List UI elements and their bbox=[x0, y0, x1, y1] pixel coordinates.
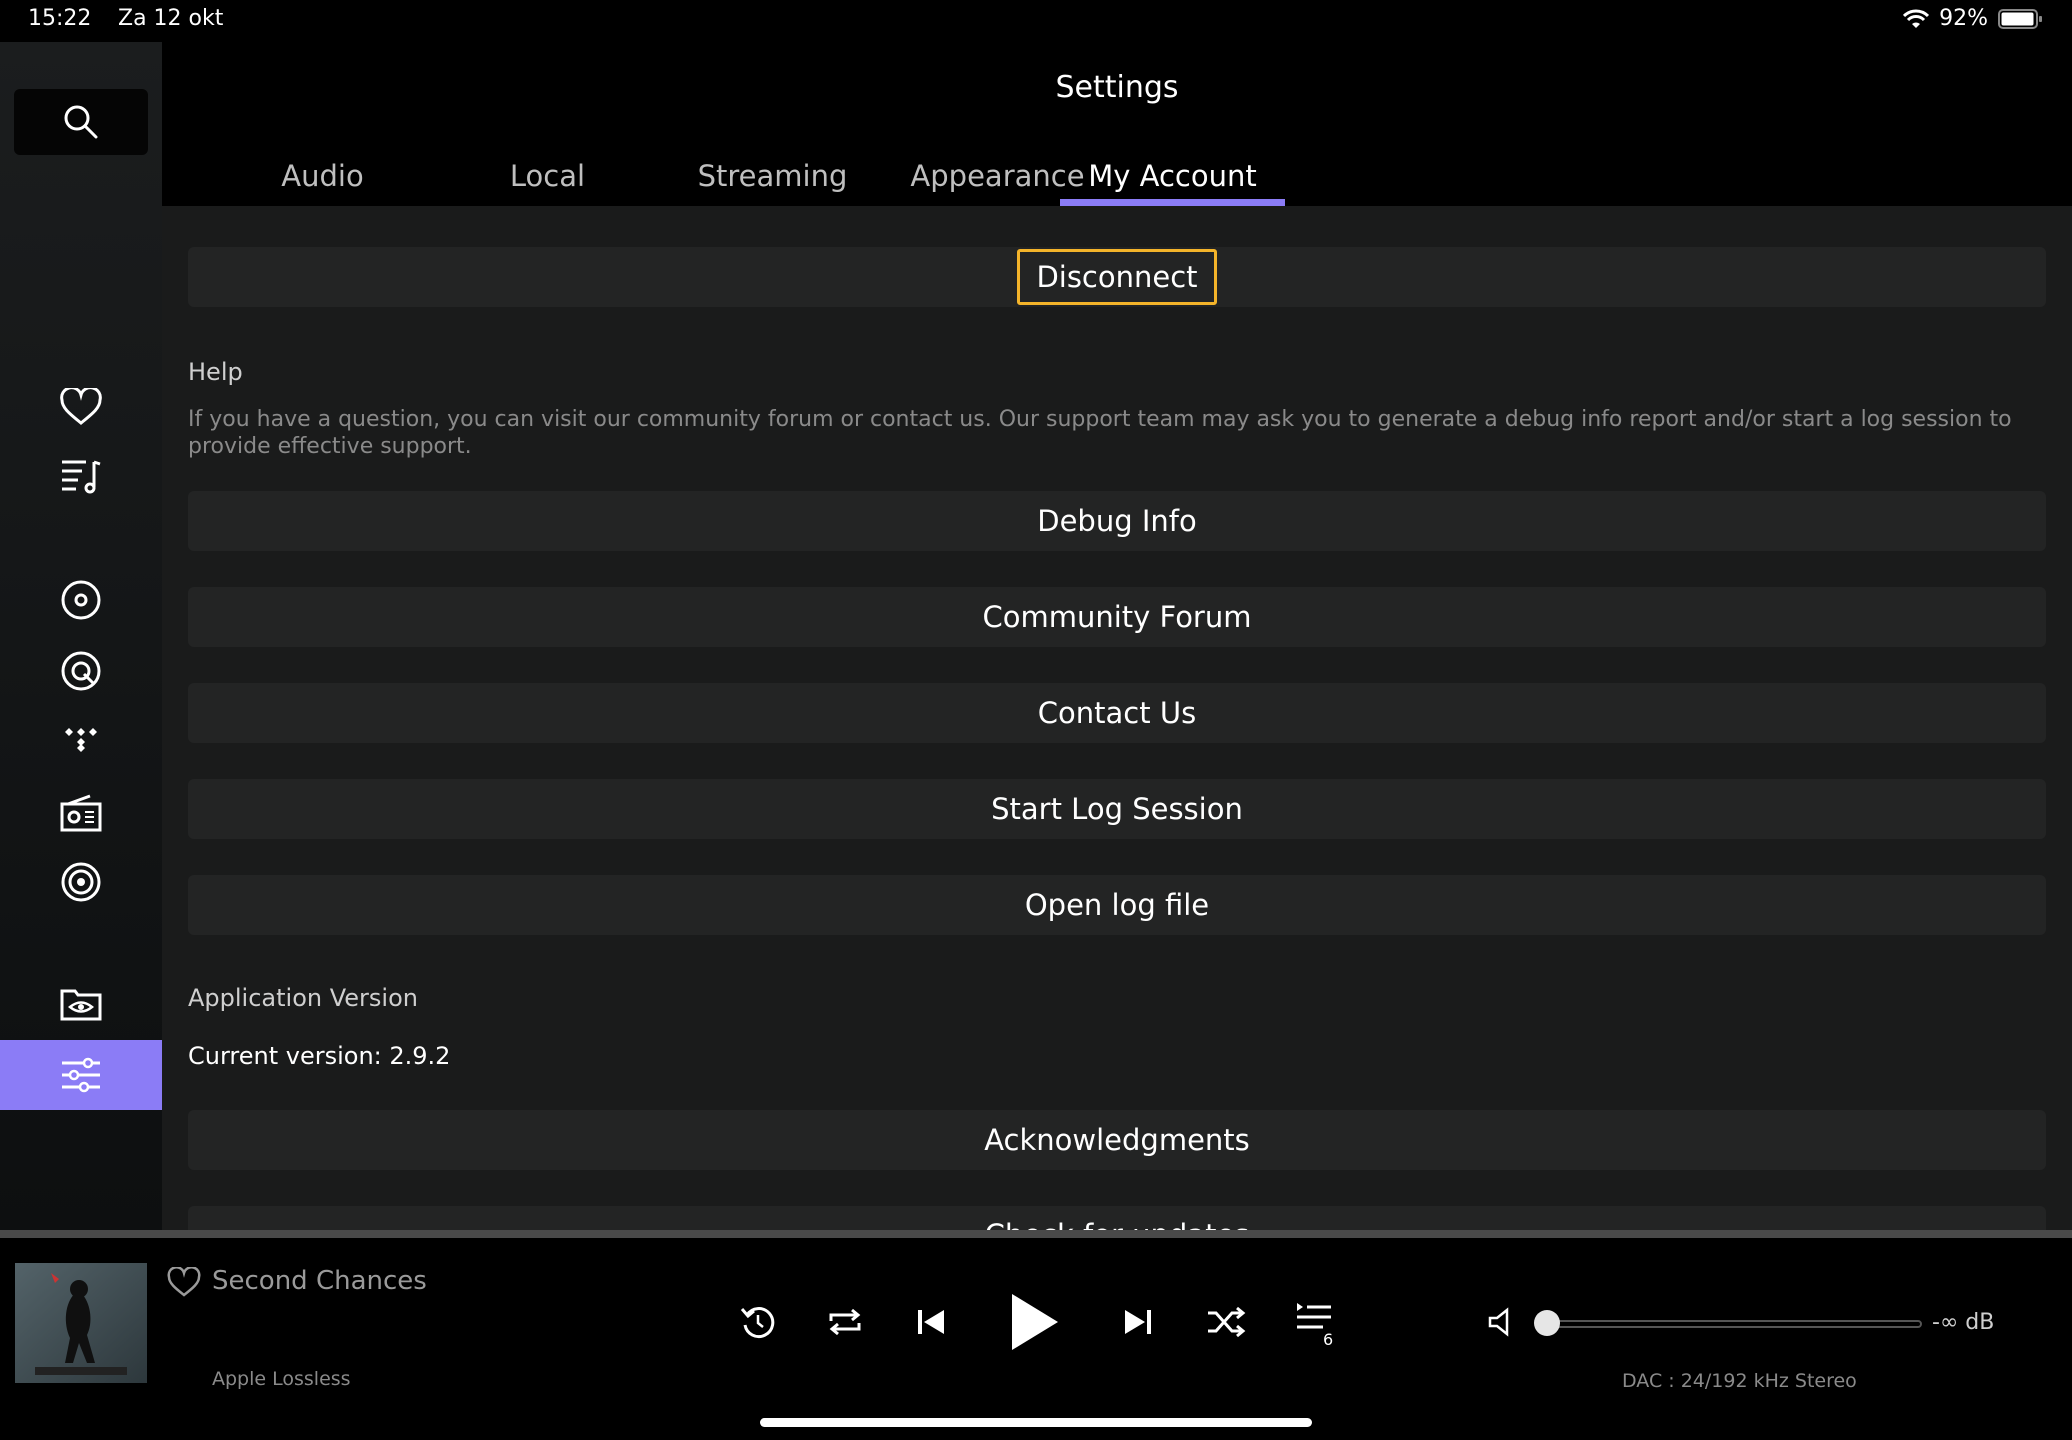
status-bar: 15:22 Za 12 okt 92% bbox=[0, 0, 2072, 42]
sidebar-item-radio[interactable] bbox=[0, 780, 162, 846]
favorite-heart-icon[interactable] bbox=[164, 1264, 204, 1300]
player-progress-bar[interactable] bbox=[0, 1230, 2072, 1238]
replay-icon[interactable] bbox=[736, 1300, 780, 1344]
contact-us-button[interactable]: Contact Us bbox=[188, 683, 2046, 743]
playlist-icon bbox=[62, 460, 101, 494]
previous-track-icon[interactable] bbox=[909, 1300, 953, 1344]
community-forum-button[interactable]: Community Forum bbox=[188, 587, 2046, 647]
sidebar-item-watched-folders[interactable] bbox=[0, 971, 162, 1037]
sidebar-item-qobuz[interactable] bbox=[0, 638, 162, 704]
sidebar-search-button[interactable] bbox=[14, 89, 148, 155]
status-time: 15:22 bbox=[28, 6, 92, 31]
open-log-file-button[interactable]: Open log file bbox=[188, 875, 2046, 935]
sidebar-item-albums[interactable] bbox=[0, 567, 162, 633]
volume-knob[interactable] bbox=[1534, 1310, 1560, 1336]
sidebar-item-favorites[interactable] bbox=[0, 374, 162, 440]
tab-audio[interactable]: Audio bbox=[210, 146, 435, 206]
acknowledgments-button[interactable]: Acknowledgments bbox=[188, 1110, 2046, 1170]
tab-local[interactable]: Local bbox=[435, 146, 660, 206]
status-date: Za 12 okt bbox=[118, 6, 224, 31]
album-art[interactable] bbox=[15, 1263, 147, 1383]
volume-slider[interactable] bbox=[1546, 1320, 1922, 1328]
page-title: Settings bbox=[1055, 70, 1179, 105]
app-version-section-title: Application Version bbox=[188, 984, 418, 1012]
cast-target-icon bbox=[61, 862, 101, 902]
tidal-icon bbox=[65, 728, 97, 752]
home-indicator[interactable] bbox=[760, 1418, 1312, 1427]
settings-tabs: Audio Local Streaming Appearance My Acco… bbox=[162, 146, 2072, 206]
help-section-title: Help bbox=[188, 358, 243, 386]
check-updates-button[interactable]: Check for updates bbox=[188, 1206, 2046, 1230]
next-track-icon[interactable] bbox=[1116, 1300, 1160, 1344]
search-icon bbox=[64, 105, 98, 139]
battery-percent: 92% bbox=[1939, 6, 1988, 31]
battery-icon bbox=[1998, 8, 2044, 30]
start-log-session-button[interactable]: Start Log Session bbox=[188, 779, 2046, 839]
help-description: If you have a question, you can visit ou… bbox=[188, 407, 2012, 459]
debug-info-button[interactable]: Debug Info bbox=[188, 491, 2046, 551]
tab-my-account[interactable]: My Account bbox=[1060, 146, 1285, 206]
sliders-icon bbox=[62, 1057, 100, 1093]
tab-streaming[interactable]: Streaming bbox=[660, 146, 885, 206]
queue-count: 6 bbox=[1323, 1330, 1334, 1349]
sidebar-item-playlists[interactable] bbox=[0, 443, 162, 509]
track-title: Second Chances bbox=[212, 1266, 427, 1296]
disconnect-row: Disconnect bbox=[188, 247, 2046, 307]
play-icon[interactable] bbox=[1000, 1288, 1068, 1356]
sidebar-item-settings[interactable] bbox=[0, 1040, 162, 1110]
repeat-icon[interactable] bbox=[823, 1300, 867, 1344]
sidebar bbox=[0, 42, 162, 1230]
qobuz-icon bbox=[61, 651, 101, 691]
disc-icon bbox=[61, 580, 101, 620]
player-bar: Second Chances Apple Lossless 6 -∞ dB DA… bbox=[0, 1238, 2072, 1440]
radio-icon bbox=[60, 794, 102, 832]
sidebar-item-roon-ready[interactable] bbox=[0, 849, 162, 915]
settings-content: Disconnect Help If you have a question, … bbox=[162, 206, 2072, 1230]
volume-mute-icon[interactable] bbox=[1484, 1304, 1520, 1340]
shuffle-icon[interactable] bbox=[1204, 1300, 1248, 1344]
sidebar-item-tidal[interactable] bbox=[0, 707, 162, 773]
disconnect-button[interactable]: Disconnect bbox=[1017, 249, 1217, 305]
settings-header: Settings Audio Local Streaming Appearanc… bbox=[162, 42, 2072, 206]
wifi-icon bbox=[1903, 8, 1930, 30]
folder-eye-icon bbox=[60, 989, 102, 1021]
dac-info: DAC : 24/192 kHz Stereo bbox=[1622, 1370, 1857, 1392]
track-format: Apple Lossless bbox=[212, 1368, 351, 1390]
status-right: 92% bbox=[1903, 6, 2044, 31]
current-version: Current version: 2.9.2 bbox=[188, 1042, 451, 1070]
heart-icon bbox=[60, 388, 102, 425]
volume-db: -∞ dB bbox=[1932, 1310, 1995, 1335]
